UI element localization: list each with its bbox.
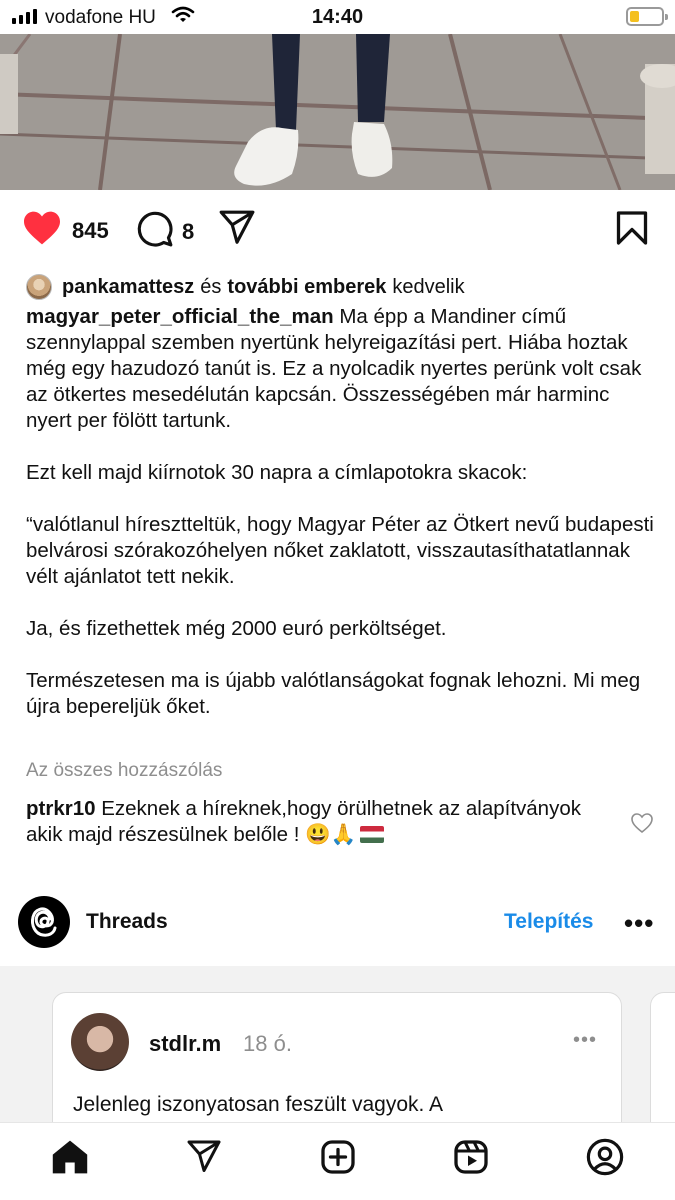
comment-like-heart-icon[interactable] xyxy=(630,812,654,839)
share-button[interactable] xyxy=(218,210,256,251)
threads-logo-icon[interactable] xyxy=(18,896,70,948)
thread-text: Jelenleg iszonyatosan feszült vagyok. A xyxy=(73,1093,444,1116)
thread-username[interactable]: stdlr.m xyxy=(149,1031,221,1057)
caption-username[interactable]: magyar_peter_official_the_man xyxy=(26,305,334,328)
liked-by-others[interactable]: további emberek xyxy=(227,276,386,299)
caption-paragraph: “valótlanul híresztteltük, hogy Magyar P… xyxy=(26,513,654,588)
comments-count[interactable]: 8 xyxy=(182,219,194,245)
post-actions: 845 8 xyxy=(0,200,675,260)
nav-profile[interactable] xyxy=(585,1138,625,1181)
likes-count[interactable]: 845 xyxy=(72,218,109,244)
nav-reels[interactable] xyxy=(451,1139,491,1179)
bottom-nav xyxy=(0,1122,675,1200)
liked-by-line[interactable]: pankamattesz és további emberek kedvelik xyxy=(26,272,465,302)
avatar[interactable] xyxy=(26,274,52,300)
avatar[interactable] xyxy=(71,1013,129,1071)
nav-create[interactable] xyxy=(318,1139,358,1179)
battery-icon xyxy=(626,7,668,26)
install-button[interactable]: Telepítés xyxy=(504,910,593,934)
top-comment: ptrkr10 Ezeknek a híreknek,hogy örülhetn… xyxy=(26,796,596,848)
liked-by-connector: és xyxy=(200,275,222,298)
home-icon[interactable] xyxy=(51,1139,89,1180)
liker-username[interactable]: pankamattesz xyxy=(62,276,194,299)
nav-direct[interactable] xyxy=(184,1139,224,1179)
bookmark-icon[interactable] xyxy=(614,210,650,251)
profile-icon[interactable] xyxy=(586,1138,624,1181)
caption-paragraph: Természetesen ma is újabb valótlanságoka… xyxy=(26,669,641,718)
thread-more-icon[interactable]: ••• xyxy=(573,1029,597,1052)
caption-paragraph: Ja, és fizethettek még 2000 euró perkölt… xyxy=(26,617,447,640)
comment-bubble-icon[interactable] xyxy=(136,210,174,253)
post-image[interactable] xyxy=(0,34,675,190)
caption-paragraph: Ezt kell majd kiírnotok 30 napra a címla… xyxy=(26,461,528,484)
more-options-icon[interactable]: ••• xyxy=(624,908,654,939)
status-bar: vodafone HU 14:40 xyxy=(0,0,675,34)
like-button[interactable]: 845 xyxy=(22,210,109,251)
reels-icon[interactable] xyxy=(453,1139,489,1180)
thread-card[interactable] xyxy=(650,992,675,1122)
liked-by-suffix: kedvelik xyxy=(392,275,465,298)
threads-promo-bar: Threads Telepítés ••• xyxy=(0,892,675,952)
send-icon[interactable] xyxy=(186,1140,222,1179)
hungary-flag-icon xyxy=(360,826,385,843)
comment-username[interactable]: ptrkr10 xyxy=(26,797,96,820)
heart-filled-icon[interactable] xyxy=(22,210,62,251)
comment-text: Ezeknek a híreknek,hogy örülhetnek az al… xyxy=(26,797,581,846)
threads-carousel[interactable]: stdlr.m 18 ó. ••• Jelenleg iszonyatosan … xyxy=(0,966,675,1122)
save-button[interactable] xyxy=(614,210,650,251)
view-all-comments-link[interactable]: Az összes hozzászólás xyxy=(26,760,222,782)
comment-button[interactable]: 8 xyxy=(136,210,194,253)
threads-label[interactable]: Threads xyxy=(86,910,168,934)
nav-home[interactable] xyxy=(50,1139,90,1179)
thread-timestamp: 18 ó. xyxy=(243,1031,292,1056)
clock: 14:40 xyxy=(311,6,364,28)
comment-emojis: 😃🙏 xyxy=(305,823,357,846)
thread-card[interactable]: stdlr.m 18 ó. ••• Jelenleg iszonyatosan … xyxy=(52,992,622,1122)
create-icon[interactable] xyxy=(320,1139,356,1180)
paper-plane-icon[interactable] xyxy=(218,210,256,251)
post-caption: magyar_peter_official_the_man Ma épp a M… xyxy=(26,304,656,720)
